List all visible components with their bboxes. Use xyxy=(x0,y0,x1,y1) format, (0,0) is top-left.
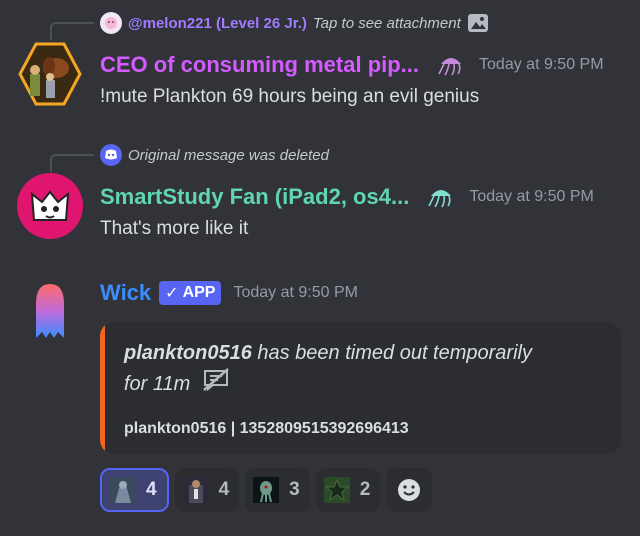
reply-connector xyxy=(50,22,94,40)
embed-title-user: plankton0516 xyxy=(124,342,252,364)
reaction-1[interactable]: 4 xyxy=(100,468,169,512)
reaction-emoji xyxy=(182,477,209,503)
jellyfish-icon xyxy=(437,54,465,76)
badge-label: APP xyxy=(182,284,216,301)
avatar[interactable] xyxy=(16,172,84,240)
message-content: !mute Plankton 69 hours being an evil ge… xyxy=(100,86,480,107)
reaction-3[interactable]: 3 xyxy=(245,468,310,512)
reply-preview[interactable]: Original message was deleted xyxy=(100,144,329,166)
reaction-count: 3 xyxy=(289,479,300,500)
message-header: SmartStudy Fan (iPad2, os4... Today at 9… xyxy=(100,184,594,210)
reaction-count: 2 xyxy=(359,479,371,500)
embed-title-text: has been timed out temporarily xyxy=(251,342,532,364)
timestamp: Today at 9:50 PM xyxy=(479,56,604,73)
reaction-emoji xyxy=(110,477,136,503)
image-icon xyxy=(467,13,489,33)
avatar[interactable] xyxy=(16,40,84,108)
smiley-icon xyxy=(396,477,422,503)
add-reaction-button[interactable] xyxy=(386,468,433,512)
embed-accent-bar xyxy=(100,322,105,454)
reaction-4[interactable]: 2 xyxy=(315,468,381,512)
app-badge: ✓ APP xyxy=(159,281,222,305)
reply-connector xyxy=(50,154,94,172)
replied-text[interactable]: Tap to see attachment xyxy=(313,15,461,32)
reactions-bar: 4 4 3 2 xyxy=(100,468,433,512)
reaction-2[interactable]: 4 xyxy=(174,468,240,512)
username[interactable]: SmartStudy Fan (iPad2, os4... xyxy=(100,184,409,210)
checkmark-icon: ✓ xyxy=(165,285,179,302)
username[interactable]: Wick xyxy=(100,280,151,306)
reaction-emoji xyxy=(253,477,280,503)
discord-icon xyxy=(100,144,122,166)
reaction-count: 4 xyxy=(146,479,157,500)
replied-username[interactable]: @melon221 (Level 26 Jr.) xyxy=(128,15,307,32)
mute-chat-icon xyxy=(202,368,230,401)
bot-avatar[interactable] xyxy=(16,278,84,346)
timestamp: Today at 9:50 PM xyxy=(233,284,358,301)
embed-title: plankton0516 has been timed out temporar… xyxy=(124,338,594,401)
embed-title-duration: for 11m xyxy=(124,372,191,395)
replied-text: Original message was deleted xyxy=(128,146,329,164)
replied-user-avatar xyxy=(100,12,122,34)
reply-preview[interactable]: @melon221 (Level 26 Jr.) Tap to see atta… xyxy=(100,12,489,34)
timestamp: Today at 9:50 PM xyxy=(469,188,594,205)
reaction-emoji xyxy=(323,477,350,503)
embed: plankton0516 has been timed out temporar… xyxy=(100,322,621,454)
message-content: That's more like it xyxy=(100,218,249,239)
jellyfish-icon xyxy=(427,186,455,208)
username[interactable]: CEO of consuming metal pip... xyxy=(100,52,419,78)
message-header: CEO of consuming metal pip... Today at 9… xyxy=(100,52,604,78)
message-header: Wick ✓ APP Today at 9:50 PM xyxy=(100,280,358,306)
reaction-count: 4 xyxy=(218,479,230,500)
embed-footer: plankton0516 | 1352809515392696413 xyxy=(124,420,409,437)
